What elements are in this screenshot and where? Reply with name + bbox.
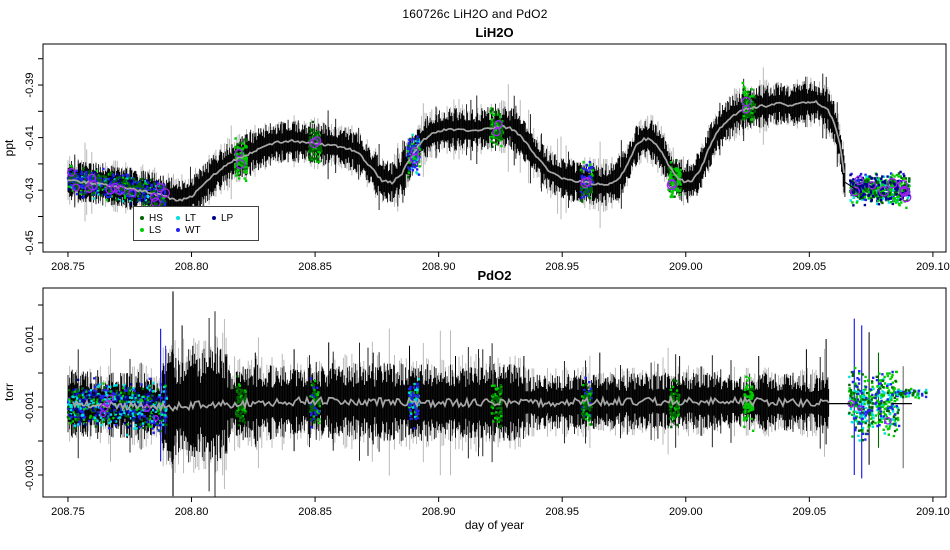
dual-panel-plot: 208.75 208.80 208.85 208.90 208.95 209.00 209.… <box>24 43 950 518</box>
x-tick-label: 209.10 <box>916 506 950 518</box>
y-tick-label: -0.39 <box>24 72 36 97</box>
x-tick-label: 208.80 <box>175 506 209 518</box>
legend-item-hs: HS <box>140 213 176 224</box>
legend-marker-hs-icon <box>140 216 144 220</box>
x-tick-label: 208.95 <box>545 506 579 518</box>
legend-marker-ls-icon <box>140 228 144 232</box>
y-tick-label: 0.001 <box>24 325 36 353</box>
legend-row: LS WT <box>140 225 254 236</box>
legend-item-wt: WT <box>176 225 212 236</box>
x-axis-title: day of year <box>464 518 525 532</box>
x-tick-label: 209.10 <box>916 261 950 273</box>
x-tick-label: 209.00 <box>669 261 703 273</box>
x-tick-label: 208.95 <box>545 261 579 273</box>
pdo2-data-layer <box>66 291 928 497</box>
legend-label: LT <box>185 212 196 224</box>
y-tick-label: -0.001 <box>24 391 36 422</box>
legend-label: WT <box>185 224 201 236</box>
y-tick-label: -0.43 <box>24 178 36 203</box>
x-tick-label: 208.80 <box>175 261 209 273</box>
noise-band <box>67 73 846 228</box>
x-tick-label: 209.05 <box>793 506 827 518</box>
x-tick-label: 209.05 <box>793 261 827 273</box>
pdo2-plot: 208.75 208.80 208.85 208.90 208.95 209.00 209.… <box>24 287 950 518</box>
legend-row: HS LT LP <box>140 213 254 224</box>
x-tick-label: 208.75 <box>51 261 85 273</box>
legend: HS LT LP LS WT <box>133 206 259 241</box>
legend-label: LP <box>221 212 234 224</box>
legend-label: HS <box>149 212 163 224</box>
legend-item-lt: LT <box>176 213 212 224</box>
y-tick-label: -0.003 <box>24 459 36 490</box>
lih2o-data-layer <box>66 67 912 229</box>
legend-marker-lp-icon <box>212 216 216 220</box>
legend-item-lp: LP <box>212 213 248 224</box>
x-tick-label: 208.85 <box>298 506 332 518</box>
legend-label: LS <box>149 224 162 236</box>
legend-marker-wt-icon <box>176 228 180 232</box>
x-tick-label: 208.90 <box>422 506 456 518</box>
legend-marker-lt-icon <box>176 216 180 220</box>
x-tick-label: 208.75 <box>51 506 85 518</box>
legend-item-ls: LS <box>140 225 176 236</box>
x-tick-label: 208.90 <box>422 261 456 273</box>
figure-160726c: 160726c LiH2O and PdO2 LiH2O PdO2 ppt to… <box>0 0 950 550</box>
y-tick-label: -0.45 <box>24 230 36 255</box>
x-tick-label: 208.85 <box>298 261 332 273</box>
y-tick-label: -0.41 <box>24 125 36 150</box>
x-tick-label: 209.00 <box>669 506 703 518</box>
